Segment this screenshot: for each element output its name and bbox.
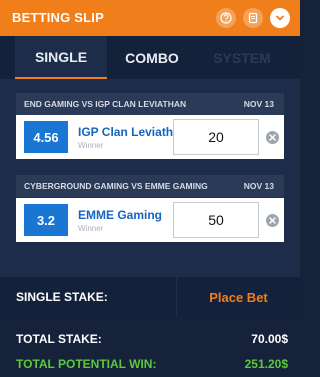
- receipt-icon-glyph: [248, 12, 258, 24]
- market-name: Winner: [78, 141, 104, 150]
- bet-row: 4.56 IGP Clan Leviathan Winner: [16, 115, 284, 159]
- tab-system[interactable]: SYSTEM: [196, 36, 288, 79]
- total-stake-value: 70.00$: [251, 332, 288, 346]
- odds-badge: 4.56: [24, 121, 68, 153]
- chevron-down-icon[interactable]: [270, 8, 290, 28]
- bet-type-tabs: SINGLE COMBO SYSTEM: [0, 36, 300, 79]
- market-name: Winner: [78, 224, 104, 233]
- close-icon: [269, 134, 276, 141]
- match-title: END GAMING VS IGP CLAN LEVIATHAN: [24, 99, 187, 109]
- remove-bet-button[interactable]: [266, 131, 279, 144]
- match-date: NOV 13: [243, 99, 274, 109]
- stake-input[interactable]: [173, 202, 259, 238]
- header-title: BETTING SLIP: [12, 10, 104, 25]
- single-stake-bar: SINGLE STAKE: Place Bet: [0, 277, 300, 317]
- close-icon: [269, 217, 276, 224]
- totals-panel: TOTAL STAKE: 70.00$ TOTAL POTENTIAL WIN:…: [0, 317, 300, 377]
- match-date: NOV 13: [243, 181, 274, 191]
- help-icon[interactable]: [216, 8, 236, 28]
- receipt-icon[interactable]: [243, 8, 263, 28]
- selection-name: IGP Clan Leviathan: [78, 125, 188, 139]
- betting-slip-header: BETTING SLIP: [0, 0, 300, 36]
- total-stake-label: TOTAL STAKE:: [16, 332, 102, 346]
- bet-row: 3.2 EMME Gaming Winner: [16, 198, 284, 242]
- match-header: CYBERGROUND GAMING VS EMME GAMING NOV 13: [16, 175, 284, 197]
- tab-single[interactable]: SINGLE: [15, 36, 107, 79]
- stake-input[interactable]: [173, 119, 259, 155]
- match-header: END GAMING VS IGP CLAN LEVIATHAN NOV 13: [16, 93, 284, 115]
- bet-list: END GAMING VS IGP CLAN LEVIATHAN NOV 13 …: [0, 79, 300, 277]
- match-title: CYBERGROUND GAMING VS EMME GAMING: [24, 181, 208, 191]
- selection-name: EMME Gaming: [78, 208, 163, 222]
- odds-badge: 3.2: [24, 204, 68, 236]
- chevron-down-glyph: [276, 15, 284, 21]
- help-icon-glyph: [220, 12, 232, 24]
- potential-win-label: TOTAL POTENTIAL WIN:: [16, 357, 157, 371]
- remove-bet-button[interactable]: [266, 214, 279, 227]
- place-bet-button[interactable]: Place Bet: [177, 277, 300, 317]
- potential-win-value: 251.20$: [244, 357, 288, 371]
- single-stake-label: SINGLE STAKE:: [16, 290, 108, 304]
- tab-combo[interactable]: COMBO: [106, 36, 198, 79]
